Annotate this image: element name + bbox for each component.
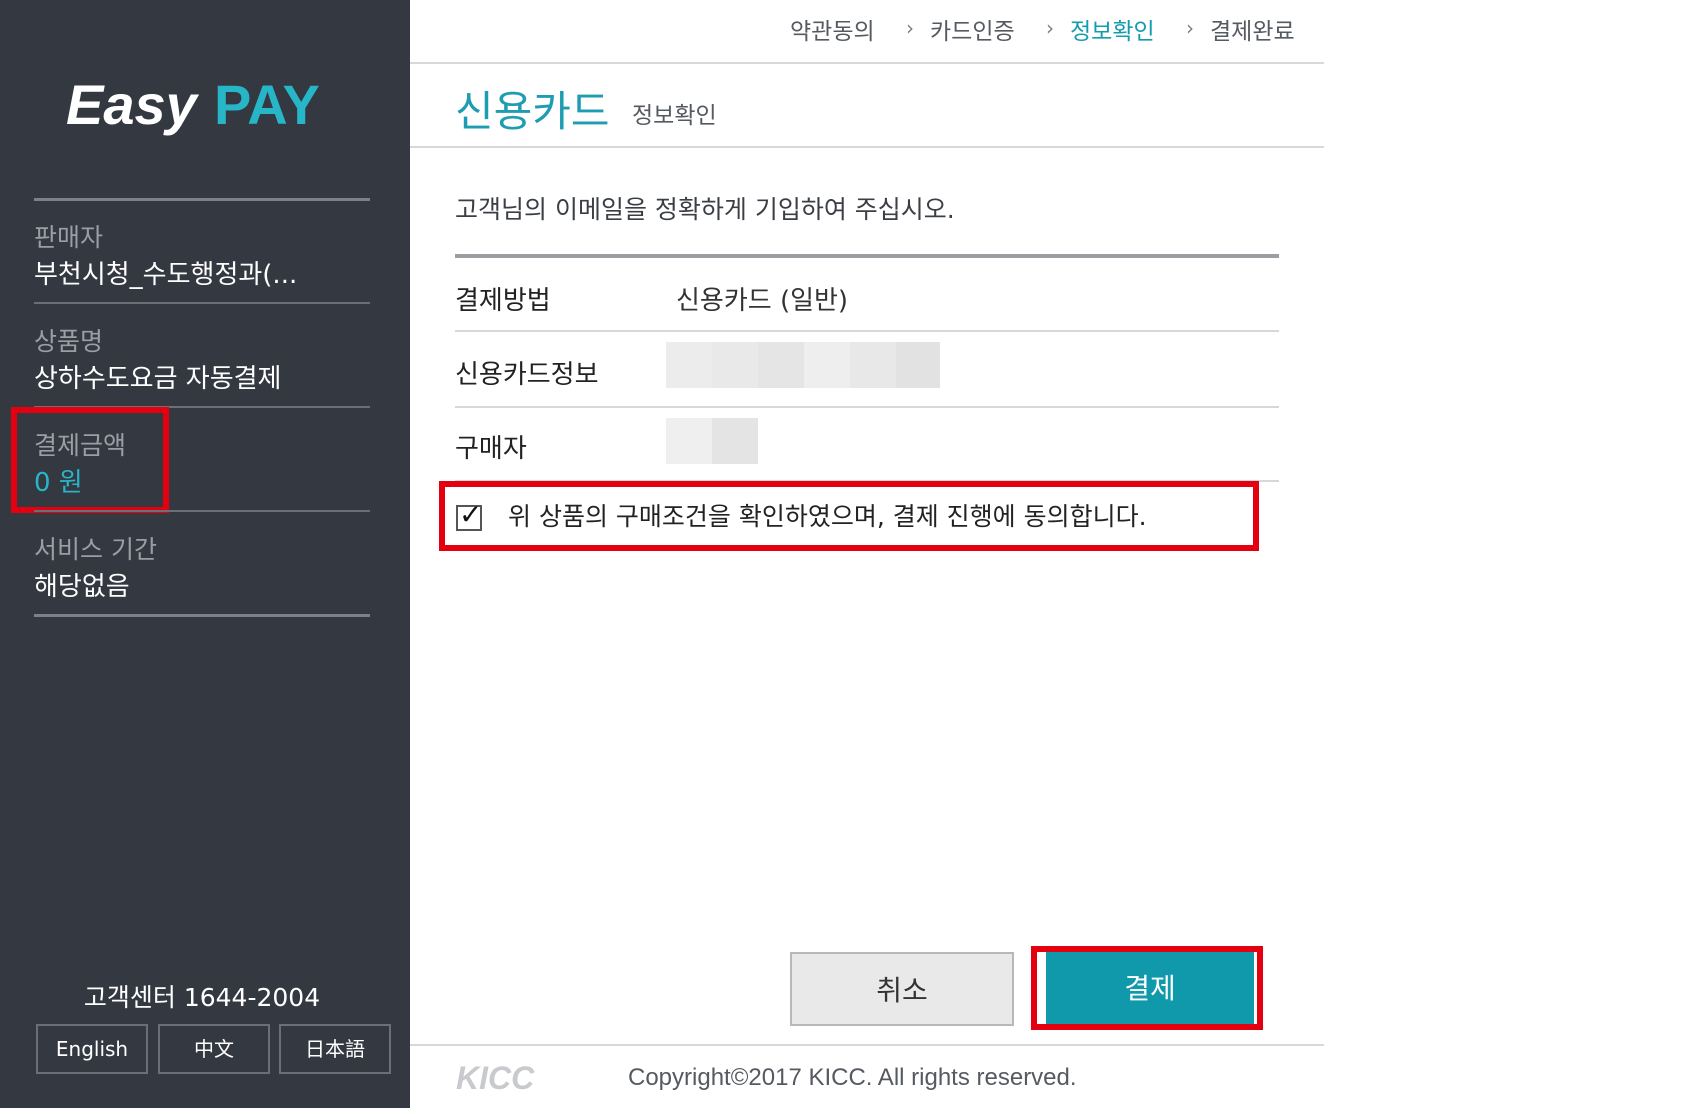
payment-method-label: 결제방법 xyxy=(455,286,551,316)
table-row-divider xyxy=(455,406,1279,408)
chevron-right-icon: › xyxy=(906,16,914,40)
language-japanese-button[interactable]: 日本語 xyxy=(279,1024,391,1074)
kicc-logo: KICC xyxy=(456,1060,586,1096)
payment-method-value: 신용카드 (일반) xyxy=(676,286,849,316)
sidebar-divider xyxy=(34,302,370,304)
table-row-divider xyxy=(455,330,1279,332)
chevron-right-icon: › xyxy=(1186,16,1194,40)
page-title: 신용카드 xyxy=(455,87,610,136)
sidebar: Easy PAY 판매자 부천시청_수도행정과(... 상품명 상하수도요금 자… xyxy=(0,0,410,1108)
page-subtitle: 정보확인 xyxy=(632,103,717,129)
table-top-border xyxy=(455,254,1279,258)
product-value: 상하수도요금 자동결제 xyxy=(34,364,282,394)
buyer-label: 구매자 xyxy=(455,434,527,464)
copyright-text: Copyright©2017 KICC. All rights reserved… xyxy=(628,1064,1077,1091)
language-english-button[interactable]: English xyxy=(36,1024,148,1074)
sidebar-divider xyxy=(34,510,370,512)
cancel-button[interactable]: 취소 xyxy=(790,952,1014,1026)
email-instruction: 고객님의 이메일을 정확하게 기입하여 주십시오. xyxy=(455,195,955,224)
kicc-logo-text: KICC xyxy=(456,1064,535,1092)
sidebar-divider xyxy=(34,198,370,201)
footer-divider xyxy=(410,1044,1324,1046)
chevron-right-icon: › xyxy=(1046,16,1054,40)
period-value: 해당없음 xyxy=(34,572,130,602)
payment-window: Easy PAY 판매자 부천시청_수도행정과(... 상품명 상하수도요금 자… xyxy=(0,0,1690,1114)
card-info-redacted xyxy=(666,342,940,388)
product-label: 상품명 xyxy=(34,327,104,356)
agree-highlight-box xyxy=(439,481,1259,551)
amount-highlight-box xyxy=(11,407,169,513)
seller-value: 부천시청_수도행정과(... xyxy=(34,260,298,290)
card-info-label: 신용카드정보 xyxy=(455,360,599,390)
period-label: 서비스 기간 xyxy=(34,535,157,564)
language-chinese-button[interactable]: 中文 xyxy=(158,1024,270,1074)
title-divider xyxy=(410,146,1324,148)
pay-highlight-box xyxy=(1031,946,1263,1030)
step-info-confirm: 정보확인 xyxy=(1070,19,1155,45)
step-terms: 약관동의 xyxy=(790,19,875,45)
sidebar-divider xyxy=(34,614,370,617)
easypay-logo: Easy PAY xyxy=(66,72,356,142)
step-card-auth: 카드인증 xyxy=(930,19,1015,45)
buyer-redacted xyxy=(666,418,758,464)
step-complete: 결제완료 xyxy=(1210,19,1295,45)
seller-label: 판매자 xyxy=(34,223,104,252)
logo-pay-text: PAY xyxy=(214,73,320,136)
logo-easy-text: Easy xyxy=(66,73,200,136)
header-divider xyxy=(410,62,1324,64)
customer-center: 고객센터 1644-2004 xyxy=(83,983,321,1012)
